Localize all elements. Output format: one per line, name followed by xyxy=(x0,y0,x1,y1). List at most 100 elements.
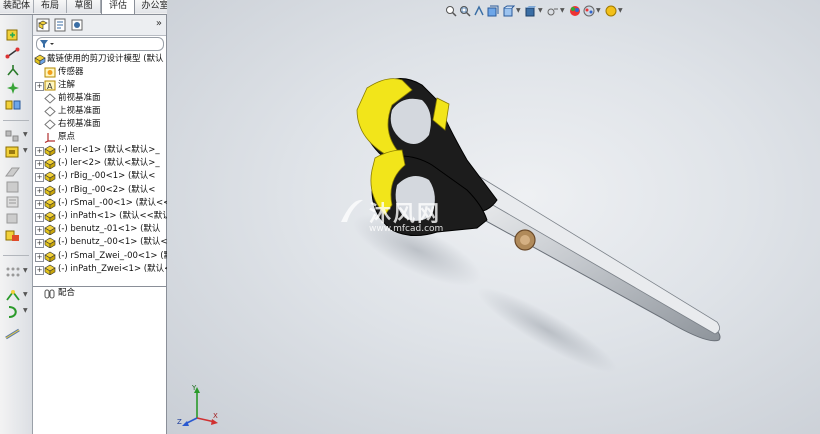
annotation-icon: A xyxy=(44,80,56,91)
tab-evaluate[interactable]: 评估 xyxy=(101,0,135,14)
expand-node-toggle[interactable]: + xyxy=(35,226,44,236)
svg-text:A: A xyxy=(47,82,53,91)
sensor-icon xyxy=(44,67,56,78)
property-manager-tab-icon[interactable] xyxy=(53,18,67,32)
expand-node-toggle[interactable]: + xyxy=(35,160,44,170)
pattern-grid-icon[interactable] xyxy=(4,265,22,279)
expand-node-toggle[interactable]: + xyxy=(35,213,44,222)
chevron-down-icon[interactable]: ▼ xyxy=(23,291,28,298)
part-icon xyxy=(44,158,56,170)
assembly-icon xyxy=(34,54,46,65)
tree-item-label: (-) inPath<1> (默认<<默认 xyxy=(58,211,171,221)
insert-components-icon[interactable] xyxy=(4,28,22,42)
part-icon xyxy=(44,198,56,209)
separator xyxy=(3,255,29,256)
tree-item-label: (-) rBig_-00<2> (默认< xyxy=(58,184,156,195)
watermark-logo-icon xyxy=(341,199,363,222)
vertical-toolbar: ▼ ▼ ▼ ▼ ▼ xyxy=(0,15,33,434)
mate-icon[interactable] xyxy=(4,46,22,60)
tree-item-label: (-) inPath_Zwei<1> (默认< xyxy=(58,263,172,274)
tree-item-label: (-) rSmal_Zwei_-00<1> (默 xyxy=(58,250,173,261)
assembly-features-icon[interactable] xyxy=(4,145,22,159)
tree-item-sensors[interactable]: 传感器 xyxy=(33,66,166,79)
expand-node-toggle[interactable]: + xyxy=(35,173,44,183)
tab-sketch[interactable]: 草图 xyxy=(67,0,101,13)
feature-tree-tab-icon[interactable] xyxy=(36,18,50,32)
part-icon xyxy=(44,224,56,236)
part-icon xyxy=(44,251,56,262)
tree-item-component[interactable]: + (-) ler<2> (默认<默认>_ xyxy=(33,157,166,170)
configuration-manager-tab-icon[interactable] xyxy=(70,18,84,32)
move-component-icon[interactable] xyxy=(4,63,22,77)
tree-item-label: (-) rSmal_-00<1> (默认<< xyxy=(58,197,171,208)
bill-of-materials-icon[interactable] xyxy=(4,195,22,209)
tree-item-component[interactable]: + (-) rBig_-00<2> (默认< xyxy=(33,184,166,197)
tree-item-label: 传感器 xyxy=(58,67,84,77)
tree-item-component[interactable]: + (-) ler<1> (默认<默认>_ xyxy=(33,144,166,157)
tree-filter-input[interactable] xyxy=(36,37,164,51)
expand-node-toggle[interactable]: + xyxy=(35,199,44,209)
expand-node-toggle[interactable]: + xyxy=(35,147,44,156)
exploded-view-icon[interactable] xyxy=(4,98,22,112)
tree-item-label: (-) rBig_-00<1> (默认< xyxy=(58,171,156,182)
chevron-down-icon[interactable]: ▼ xyxy=(23,267,28,274)
tree-item-label: (-) ler<2> (默认<默认>_ xyxy=(58,158,160,169)
tree-item-component[interactable]: + (-) benutz_-01<1> (默认 xyxy=(33,223,166,236)
plane-icon xyxy=(44,106,56,117)
hole-series-icon[interactable] xyxy=(4,289,22,303)
tree-item-top-plane[interactable]: 上视基准面 xyxy=(33,105,166,118)
feature-manager-tabs: » xyxy=(33,15,166,36)
weld-bead-icon[interactable] xyxy=(4,327,22,341)
plane-icon xyxy=(44,119,56,130)
expand-node-toggle[interactable]: + xyxy=(35,265,44,275)
tree-item-label: 右视基准面 xyxy=(58,119,101,129)
new-motion-study-icon[interactable] xyxy=(4,180,22,194)
tree-item-front-plane[interactable]: 前视基准面 xyxy=(33,92,166,105)
part-icon xyxy=(44,264,56,275)
tree-root-label: 戴链使用的剪刀设计模型 (默认 xyxy=(47,54,164,64)
tree-item-label: 上视基准面 xyxy=(58,106,101,116)
tree-item-component[interactable]: + (-) inPath_Zwei<1> (默认< xyxy=(33,263,171,276)
chevron-down-icon[interactable]: ▼ xyxy=(23,131,28,138)
triad-x-label: X xyxy=(213,412,218,420)
tree-item-label: (-) benutz_-01<1> (默认 xyxy=(58,224,161,235)
tree-item-component[interactable]: + (-) rSmal_-00<1> (默认<< xyxy=(33,197,170,210)
expand-node-toggle[interactable]: + xyxy=(35,239,44,249)
tree-item-label: (-) benutz_-00<1> (默认< xyxy=(58,237,168,248)
tree-item-component[interactable]: + (-) benutz_-00<1> (默认< xyxy=(33,236,168,249)
origin-icon xyxy=(44,133,55,143)
linear-pattern-icon[interactable] xyxy=(4,129,22,143)
tree-item-label: 前视基准面 xyxy=(58,93,101,103)
exploded-line-sketch-icon[interactable] xyxy=(4,229,22,243)
expand-node-toggle[interactable]: + xyxy=(35,252,44,262)
tab-assembly[interactable]: 装配体 xyxy=(0,0,34,13)
part-icon xyxy=(44,172,56,183)
watermark: 沐风网 www.mfcad.com xyxy=(337,196,467,240)
triad-z-label: Z xyxy=(177,418,182,426)
tree-item-annotations[interactable]: + A 注解 xyxy=(33,79,166,92)
chevron-down-icon[interactable]: ▼ xyxy=(23,307,28,314)
tree-item-right-plane[interactable]: 右视基准面 xyxy=(33,118,166,131)
smart-fasteners-icon[interactable] xyxy=(4,81,22,95)
tree-item-component[interactable]: + (-) inPath<1> (默认<<默认 xyxy=(33,210,171,223)
mate-icon xyxy=(44,289,55,299)
expand-node-toggle[interactable]: + xyxy=(35,82,44,91)
tree-item-mates[interactable]: 配合 xyxy=(33,287,166,300)
tab-layout[interactable]: 布局 xyxy=(34,0,67,13)
tree-item-label: (-) ler<1> (默认<默认>_ xyxy=(58,145,160,155)
scissors-model[interactable] xyxy=(167,0,820,434)
feature-manager-panel: » 戴链使用的剪刀设计模型 (默认 传感器 + A 注解 前视基准面 上视基准面 xyxy=(33,15,172,434)
expand-node-toggle[interactable]: + xyxy=(35,186,44,196)
tree-item-origin[interactable]: 原点 xyxy=(33,131,166,144)
expand-panel-button[interactable]: » xyxy=(156,18,162,29)
instant3d-icon[interactable] xyxy=(4,211,22,225)
chevron-down-icon[interactable]: ▼ xyxy=(23,147,28,154)
filter-icon[interactable] xyxy=(40,40,54,48)
reference-geometry-icon[interactable] xyxy=(4,165,22,179)
graphics-viewport[interactable]: ▼ ▼ ▼ ▼ ▼ 沐风网 www.mfcad.com Y X Z xyxy=(167,0,820,434)
reference-triad: Y X Z xyxy=(177,384,218,426)
tree-item-component[interactable]: + (-) rSmal_Zwei_-00<1> (默 xyxy=(33,250,172,263)
belt-chain-icon[interactable] xyxy=(4,305,22,319)
tree-root-assembly[interactable]: 戴链使用的剪刀设计模型 (默认 xyxy=(33,53,166,66)
tree-item-component[interactable]: + (-) rBig_-00<1> (默认< xyxy=(33,170,166,183)
